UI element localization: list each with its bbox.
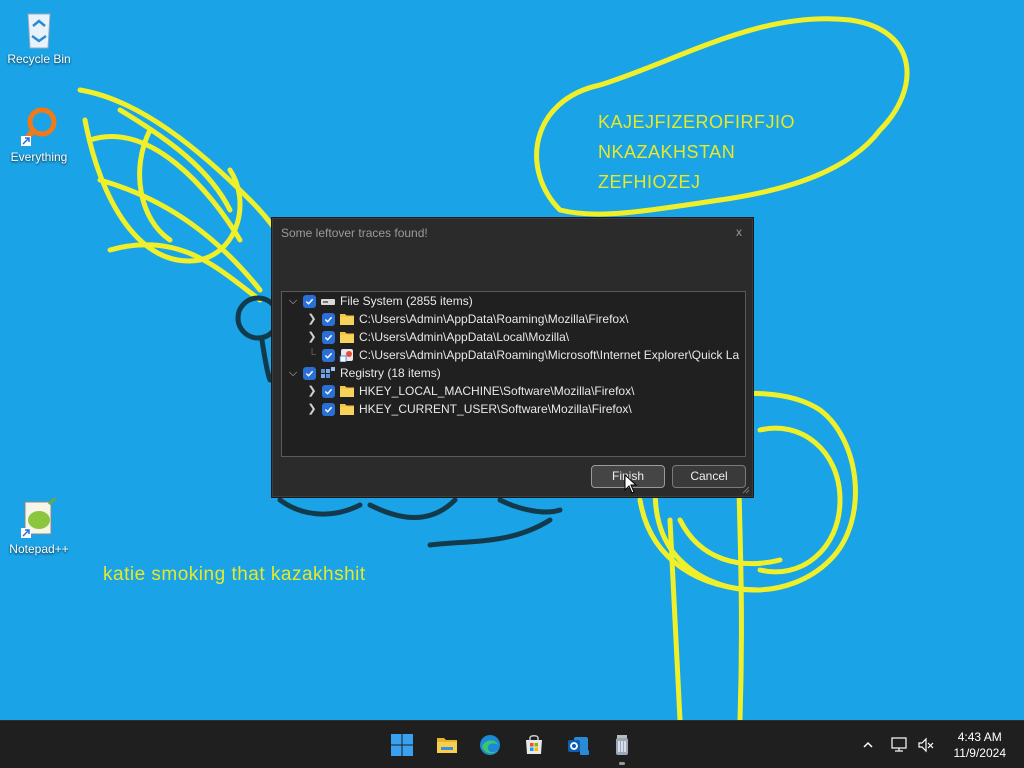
show-hidden-icons-button[interactable] [858, 735, 878, 755]
everything-search-icon [19, 106, 59, 148]
dialog-title: Some leftover traces found! [281, 226, 428, 240]
checkbox[interactable] [322, 348, 335, 362]
tree-node-file-system[interactable]: ⌵ File System (2855 items) [286, 292, 473, 310]
recycle-bin-icon [19, 8, 59, 50]
taskbar-store[interactable] [518, 729, 550, 761]
wallpaper-caption: katie smoking that kazakhshit [103, 564, 366, 585]
file-explorer-icon [437, 738, 457, 753]
chevron-right-icon[interactable]: ❯ [305, 328, 319, 346]
start-button[interactable] [386, 729, 418, 761]
checkbox[interactable] [303, 366, 316, 380]
tree-node-folder[interactable]: ❯ C:\Users\Admin\AppData\Roaming\Mozilla… [305, 310, 628, 328]
folder-icon [340, 332, 354, 343]
registry-icon [321, 367, 335, 378]
chevron-right-icon[interactable]: ❯ [305, 310, 319, 328]
clock-date: 11/9/2024 [953, 746, 1007, 760]
tree-node-registry[interactable]: ⌵ Registry (18 items) [286, 364, 441, 382]
chevron-down-icon[interactable]: ⌵ [286, 364, 300, 382]
checkbox[interactable] [322, 330, 335, 344]
outlook-icon [568, 737, 589, 755]
desktop-icon-notepad-plus-plus[interactable]: Notepad++ [1, 494, 77, 556]
drive-icon [321, 299, 335, 305]
checkbox[interactable] [322, 312, 335, 326]
resize-grip-icon[interactable] [742, 486, 750, 494]
folder-icon [340, 404, 354, 415]
checkbox[interactable] [322, 384, 335, 398]
tree-node-registry-key[interactable]: ❯ HKEY_LOCAL_MACHINE\Software\Mozilla\Fi… [305, 382, 634, 400]
taskbar-outlook[interactable] [562, 729, 594, 761]
uninstaller-icon [616, 735, 628, 755]
tree-node-label: C:\Users\Admin\AppData\Local\Mozilla\ [359, 330, 570, 344]
cancel-button[interactable]: Cancel [672, 465, 746, 488]
volume-muted-icon [918, 737, 934, 753]
leftover-traces-dialog: Some leftover traces found! x ⌵ File Sys… [272, 218, 753, 497]
taskbar-edge[interactable] [474, 729, 506, 761]
tree-node-folder[interactable]: ❯ C:\Users\Admin\AppData\Local\Mozilla\ [305, 328, 569, 346]
chevron-right-icon[interactable]: ❯ [305, 382, 319, 400]
tree-node-label: File System (2855 items) [340, 294, 473, 308]
taskbar-clock[interactable]: 4:43 AM 11/9/2024 [954, 729, 1007, 761]
wallpaper-text-line3: ZEFHIOZEJ [598, 172, 701, 192]
clock-time: 4:43 AM [957, 730, 1002, 744]
tree-node-registry-key[interactable]: ❯ HKEY_CURRENT_USER\Software\Mozilla\Fir… [305, 400, 632, 418]
desktop-icon-recycle-bin[interactable]: Recycle Bin [1, 8, 77, 66]
tree-node-label: HKEY_CURRENT_USER\Software\Mozilla\Firef… [359, 402, 632, 416]
mouse-cursor-icon [624, 474, 638, 494]
wallpaper-text-line2: NKAZAKHSTAN [598, 142, 736, 162]
network-icon [891, 737, 907, 752]
taskbar-file-explorer[interactable] [431, 729, 463, 761]
tree-node-label: C:\Users\Admin\AppData\Roaming\Mozilla\F… [359, 312, 629, 326]
start-icon [391, 734, 413, 756]
close-button[interactable]: x [732, 225, 746, 239]
checkbox[interactable] [322, 402, 335, 416]
checkbox[interactable] [303, 294, 316, 308]
store-icon [526, 735, 542, 754]
chevron-up-icon [863, 741, 873, 748]
volume-button[interactable] [916, 735, 936, 755]
desktop-icon-label: Everything [10, 150, 68, 164]
folder-icon [340, 386, 354, 397]
tree-node-shortcut[interactable]: └ C:\Users\Admin\AppData\Roaming\Microso… [305, 346, 739, 364]
chevron-down-icon[interactable]: ⌵ [286, 292, 300, 310]
tree-connector: └ [308, 349, 316, 361]
desktop-icon-everything[interactable]: Everything [1, 106, 77, 164]
wallpaper-text-line1: KAJEJFIZEROFIRFJIO [598, 112, 796, 132]
tree-node-label: C:\Users\Admin\AppData\Roaming\Microsoft… [359, 348, 740, 362]
folder-icon [340, 314, 354, 325]
taskbar-uninstaller[interactable] [606, 729, 638, 765]
tree-node-label: Registry (18 items) [340, 366, 441, 380]
edge-icon [480, 735, 500, 755]
desktop-icon-label: Notepad++ [9, 542, 69, 556]
chevron-right-icon[interactable]: ❯ [305, 400, 319, 418]
notepad-plus-plus-icon [19, 494, 59, 540]
shortcut-icon [339, 349, 353, 362]
tree-node-label: HKEY_LOCAL_MACHINE\Software\Mozilla\Fire… [359, 384, 635, 398]
running-indicator [619, 762, 625, 765]
leftover-tree[interactable]: ⌵ File System (2855 items) ❯ C:\Users\Ad… [281, 291, 746, 457]
taskbar: 4:43 AM 11/9/2024 [0, 720, 1024, 768]
desktop-icon-label: Recycle Bin [7, 52, 71, 66]
network-button[interactable] [890, 735, 910, 755]
